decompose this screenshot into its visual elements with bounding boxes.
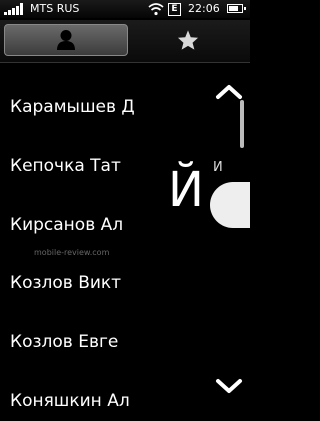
chevron-down-icon[interactable]: [214, 376, 244, 396]
battery-fill: [229, 6, 238, 11]
list-item[interactable]: Коняшкин Ал: [10, 381, 205, 421]
carrier-name: MTS RUS: [30, 2, 80, 15]
signal-icon: [4, 3, 26, 15]
chevron-up-icon[interactable]: [214, 82, 244, 102]
tab-bar: [0, 20, 250, 63]
battery-icon: [227, 4, 246, 13]
list-item[interactable]: Козлов Викт: [10, 263, 205, 303]
scrollbar-thumb[interactable]: [240, 100, 244, 148]
index-slider-handle[interactable]: [210, 182, 250, 228]
star-icon: [177, 30, 199, 50]
status-bar: MTS RUS E 22:06: [0, 0, 250, 18]
list-item[interactable]: Карамышев Д: [10, 87, 205, 127]
list-item[interactable]: Козлов Евге: [10, 322, 205, 362]
contact-list: Карамышев Д Кепочка Тат Кирсанов Ал Козл…: [0, 64, 205, 414]
clock: 22:06: [188, 2, 220, 15]
tab-favorites[interactable]: [130, 24, 246, 56]
tab-contacts[interactable]: [4, 24, 128, 56]
network-type-badge: E: [168, 3, 181, 16]
watermark: mobile-review.com: [34, 248, 110, 257]
current-index-letter: Й: [168, 162, 204, 218]
person-icon: [57, 30, 75, 50]
index-letter[interactable]: И: [213, 160, 223, 175]
wifi-icon: [148, 3, 164, 16]
